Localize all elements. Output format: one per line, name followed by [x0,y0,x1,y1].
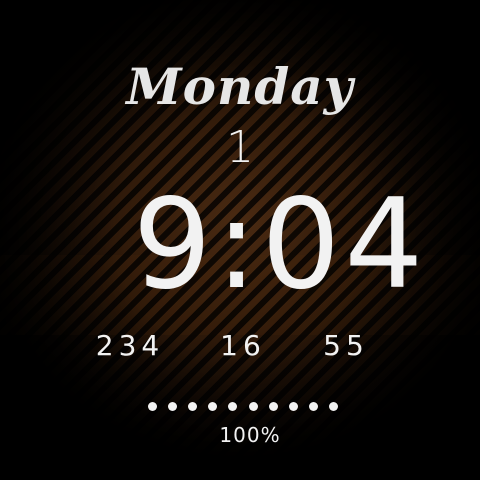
day-of-week: Monday [126,57,354,116]
battery-dot [228,401,238,411]
battery-dot [328,401,338,411]
battery-level-dots [148,400,338,412]
battery-dot [188,401,198,411]
date-number: 1 [226,122,254,173]
stat-value-3: 55 [323,329,369,362]
battery-dot [148,401,157,411]
battery-dot [248,401,258,411]
battery-dot [268,401,278,411]
battery-dot [308,401,318,411]
digital-time: 9:04 [132,173,428,317]
battery-dot [168,401,178,411]
stat-value-2: 16 [220,329,266,362]
watch-face: Monday 1 9:04 234 16 55 100% [0,0,480,480]
stat-value-1: 234 [95,329,165,362]
battery-dot [288,401,298,411]
battery-dot [208,401,218,411]
battery-percentage: 100% [219,423,281,447]
